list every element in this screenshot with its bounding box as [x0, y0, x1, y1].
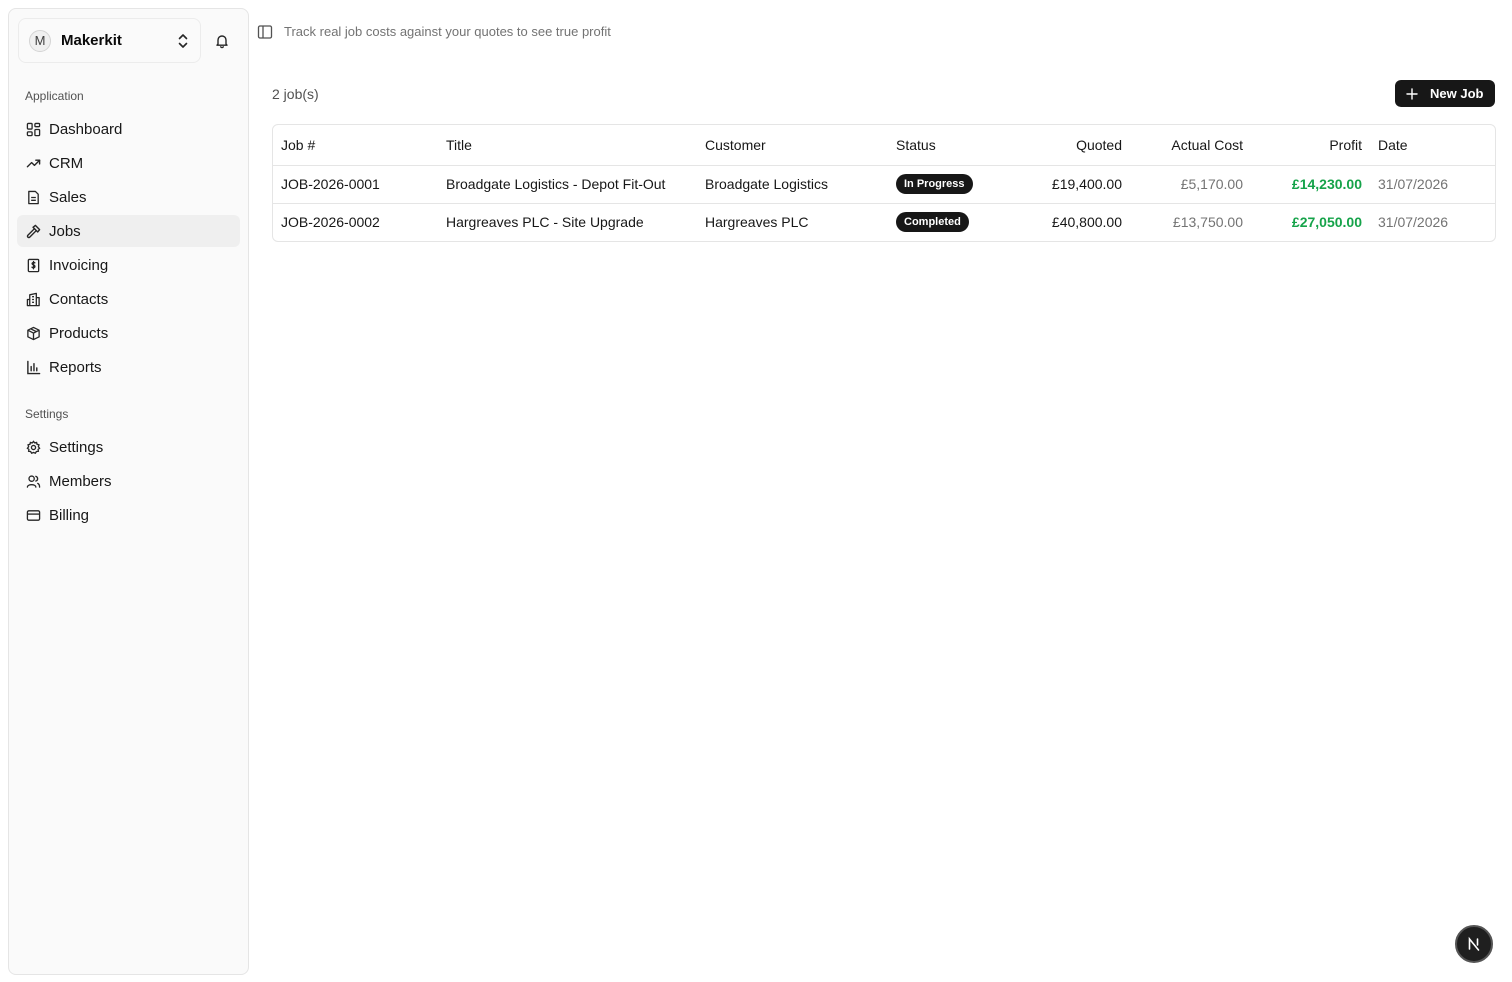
status-badge: Completed — [896, 212, 969, 233]
sidebar-item-products[interactable]: Products — [17, 317, 240, 349]
sidebar-item-label: Jobs — [49, 222, 81, 240]
table-row[interactable]: JOB-2026-0002 Hargreaves PLC - Site Upgr… — [273, 203, 1495, 241]
team-avatar: M — [29, 29, 51, 52]
document-icon — [25, 189, 41, 205]
sidebar-item-sales[interactable]: Sales — [17, 181, 240, 213]
job-customer: Hargreaves PLC — [705, 214, 809, 231]
job-date: 31/07/2026 — [1370, 165, 1495, 204]
group-label-application: Application — [25, 89, 84, 103]
gear-icon — [25, 439, 41, 455]
bar-chart-icon — [25, 359, 41, 375]
sidebar-item-label: Billing — [49, 506, 90, 524]
job-customer: Broadgate Logistics — [697, 165, 888, 204]
chevrons-up-down-icon — [176, 32, 190, 50]
column-header-actual-cost: Actual Cost — [1130, 125, 1251, 166]
nextjs-dev-tools-button[interactable] — [1455, 925, 1493, 963]
sidebar-item-label: Products — [49, 324, 109, 342]
receipt-icon — [25, 257, 41, 273]
job-actual-cost: £13,750.00 — [1172, 214, 1243, 231]
sidebar-item-invoicing[interactable]: Invoicing — [17, 249, 240, 281]
job-status-cell: Completed — [888, 203, 998, 241]
page-description: Track real job costs against your quotes… — [284, 24, 611, 39]
column-header-customer: Customer — [697, 125, 888, 166]
sidebar-item-label: Sales — [49, 188, 87, 206]
sidebar-item-label: Invoicing — [49, 256, 109, 274]
sidebar-item-crm[interactable]: CRM — [17, 147, 240, 179]
bell-icon[interactable] — [212, 31, 232, 51]
sidebar-item-label: Contacts — [49, 290, 109, 308]
dashboard-icon — [25, 121, 41, 137]
sidebar-item-label: Members — [49, 472, 112, 490]
job-profit: £14,230.00 — [1251, 165, 1370, 204]
sidebar-item-label: Reports — [49, 358, 102, 376]
sidebar-item-members[interactable]: Members — [17, 465, 240, 497]
column-header-date: Date — [1370, 125, 1495, 166]
job-number[interactable]: JOB-2026-0002 — [273, 203, 438, 241]
status-badge: In Progress — [896, 174, 973, 194]
team-name: Makerkit — [61, 32, 122, 49]
job-title: Hargreaves PLC - Site Upgrade — [446, 214, 644, 231]
table-header-row: Job # Title Customer Status Quoted Actua… — [273, 125, 1495, 166]
sidebar: M Makerkit Application Dashboard CRM Sal… — [8, 8, 249, 975]
next-logo-icon — [1468, 936, 1480, 951]
plus-icon — [1406, 87, 1418, 100]
new-job-button[interactable]: New Job — [1395, 80, 1495, 107]
sidebar-item-settings[interactable]: Settings — [17, 431, 240, 463]
jobs-table: Job # Title Customer Status Quoted Actua… — [272, 124, 1496, 242]
group-label-settings: Settings — [25, 407, 69, 421]
trending-icon — [25, 155, 41, 171]
job-status-cell: In Progress — [888, 165, 998, 204]
column-header-job-no: Job # — [273, 125, 438, 166]
table-row[interactable]: JOB-2026-0001 Broadgate Logistics - Depo… — [273, 165, 1495, 204]
credit-card-icon — [25, 507, 41, 523]
building-icon — [25, 291, 41, 307]
sidebar-item-label: CRM — [49, 154, 84, 172]
column-header-quoted: Quoted — [998, 125, 1130, 166]
sidebar-item-dashboard[interactable]: Dashboard — [17, 113, 240, 145]
team-switcher[interactable]: M Makerkit — [18, 18, 201, 63]
job-count: 2 job(s) — [272, 86, 319, 102]
sidebar-item-contacts[interactable]: Contacts — [17, 283, 240, 315]
users-icon — [25, 473, 41, 489]
job-number[interactable]: JOB-2026-0001 — [273, 165, 438, 204]
package-icon — [25, 325, 41, 341]
column-header-title: Title — [438, 125, 697, 166]
job-profit: £27,050.00 — [1291, 214, 1362, 231]
job-title: Broadgate Logistics - Depot Fit-Out — [438, 165, 697, 204]
sidebar-item-reports[interactable]: Reports — [17, 351, 240, 383]
column-header-status: Status — [888, 125, 998, 166]
sidebar-item-jobs[interactable]: Jobs — [17, 215, 240, 247]
sidebar-item-label: Dashboard — [49, 120, 123, 138]
hammer-icon — [25, 223, 41, 239]
sidebar-item-label: Settings — [49, 438, 104, 456]
column-header-profit: Profit — [1251, 125, 1370, 166]
job-quoted: £40,800.00 — [1051, 214, 1122, 231]
sidebar-toggle-icon[interactable] — [257, 24, 273, 40]
job-actual-cost: £5,170.00 — [1130, 165, 1251, 204]
sidebar-item-billing[interactable]: Billing — [17, 499, 240, 531]
job-date: 31/07/2026 — [1378, 214, 1449, 231]
job-quoted: £19,400.00 — [998, 165, 1130, 204]
new-job-label: New Job — [1430, 86, 1484, 101]
